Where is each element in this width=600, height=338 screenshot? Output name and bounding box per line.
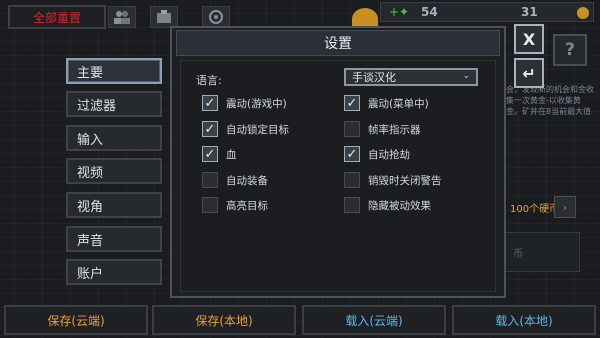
option-label: 血 — [226, 148, 237, 161]
option-destroy-warning-off[interactable]: 销毁时关闭警告 — [344, 172, 442, 188]
checkbox[interactable]: ✓ — [344, 146, 360, 162]
checkbox[interactable] — [202, 172, 218, 188]
close-button[interactable]: X — [514, 24, 544, 54]
option-highlight-target[interactable]: 高亮目标 — [202, 197, 268, 213]
load-local-button[interactable]: 载入(本地) — [452, 305, 596, 335]
coin-reward-label: 100个硬币 — [510, 204, 560, 215]
modal-header: 设置 — [176, 30, 500, 56]
tab-label: 账户 — [77, 266, 104, 282]
option-auto-target[interactable]: ✓ 自动锁定目标 — [202, 121, 289, 137]
map-icon[interactable] — [202, 6, 230, 28]
back-icon: ↵ — [522, 63, 536, 83]
checkbox[interactable] — [344, 172, 360, 188]
language-select[interactable]: 手谈汉化 ⌄ — [344, 68, 478, 86]
option-label: 自动抢劫 — [368, 148, 410, 161]
option-label: 震动(游戏中) — [226, 97, 287, 110]
option-label: 高亮目标 — [226, 199, 268, 212]
tab-label: 视角 — [77, 199, 104, 215]
option-blood[interactable]: ✓ 血 — [202, 146, 237, 162]
checkbox[interactable]: ✓ — [344, 95, 360, 111]
modal-title: 设置 — [324, 36, 352, 52]
option-hide-passive[interactable]: 隐藏被动效果 — [344, 197, 431, 213]
tab-label: 主要 — [77, 65, 104, 81]
info-text: 会，发现新的机会和金收集一次黄金-以收集黄金。矿井在8当前最大值 — [506, 85, 594, 116]
back-button[interactable]: ↵ — [514, 58, 544, 88]
resource-panel: +✦ 54 31 — [380, 2, 594, 22]
side-panel-text: 币 — [513, 249, 523, 260]
settings-modal: 设置 语言: — [170, 26, 506, 298]
close-icon: X — [522, 29, 536, 49]
option-label: 自动锁定目标 — [226, 123, 289, 136]
language-value: 手谈汉化 — [352, 71, 396, 84]
option-label: 自动装备 — [226, 174, 268, 187]
checkbox[interactable] — [202, 197, 218, 213]
checkbox[interactable]: ✓ — [202, 121, 218, 137]
checkbox[interactable]: ✓ — [202, 146, 218, 162]
friends-icon[interactable] — [108, 6, 136, 28]
option-vibration-menu[interactable]: ✓ 震动(菜单中) — [344, 95, 429, 111]
option-auto-equip[interactable]: 自动装备 — [202, 172, 268, 188]
option-label: 隐藏被动效果 — [368, 199, 431, 212]
save-cloud-button[interactable]: 保存(云端) — [4, 305, 148, 335]
tab-label: 视频 — [77, 165, 104, 181]
tab-label: 输入 — [77, 132, 104, 148]
tab-sound[interactable]: 声音 — [66, 226, 162, 252]
option-vibration-ingame[interactable]: ✓ 震动(游戏中) — [202, 95, 287, 111]
language-label: 语言: — [196, 74, 222, 87]
coin-icon — [577, 7, 589, 19]
tab-video[interactable]: 视频 — [66, 158, 162, 184]
tab-filters[interactable]: 过滤器 — [66, 91, 162, 117]
load-cloud-button[interactable]: 载入(云端) — [302, 305, 446, 335]
help-button[interactable]: ? — [553, 34, 587, 66]
option-auto-loot[interactable]: ✓ 自动抢劫 — [344, 146, 410, 162]
save-local-button[interactable]: 保存(本地) — [152, 305, 296, 335]
tab-account[interactable]: 账户 — [66, 259, 162, 285]
side-panel: 币 — [504, 232, 580, 272]
tab-input[interactable]: 输入 — [66, 125, 162, 151]
reset-all-button[interactable]: 全部重置 — [8, 5, 106, 29]
tab-label: 声音 — [77, 233, 104, 249]
next-arrow-button[interactable]: › — [554, 196, 576, 218]
inventory-icon[interactable] — [150, 6, 178, 28]
checkbox[interactable] — [344, 197, 360, 213]
coin-count: 31 — [521, 5, 538, 19]
tab-main[interactable]: 主要 — [66, 58, 162, 84]
option-label: 震动(菜单中) — [368, 97, 429, 110]
tab-label: 过滤器 — [77, 98, 117, 114]
gem-icon: +✦ — [389, 5, 410, 19]
gem-count: 54 — [421, 5, 438, 19]
tab-camera[interactable]: 视角 — [66, 192, 162, 218]
checkbox[interactable] — [344, 121, 360, 137]
option-label: 销毁时关闭警告 — [368, 174, 442, 187]
option-fps-indicator[interactable]: 帧率指示器 — [344, 121, 421, 137]
checkbox[interactable]: ✓ — [202, 95, 218, 111]
chevron-down-icon: ⌄ — [462, 71, 470, 81]
option-label: 帧率指示器 — [368, 123, 421, 136]
